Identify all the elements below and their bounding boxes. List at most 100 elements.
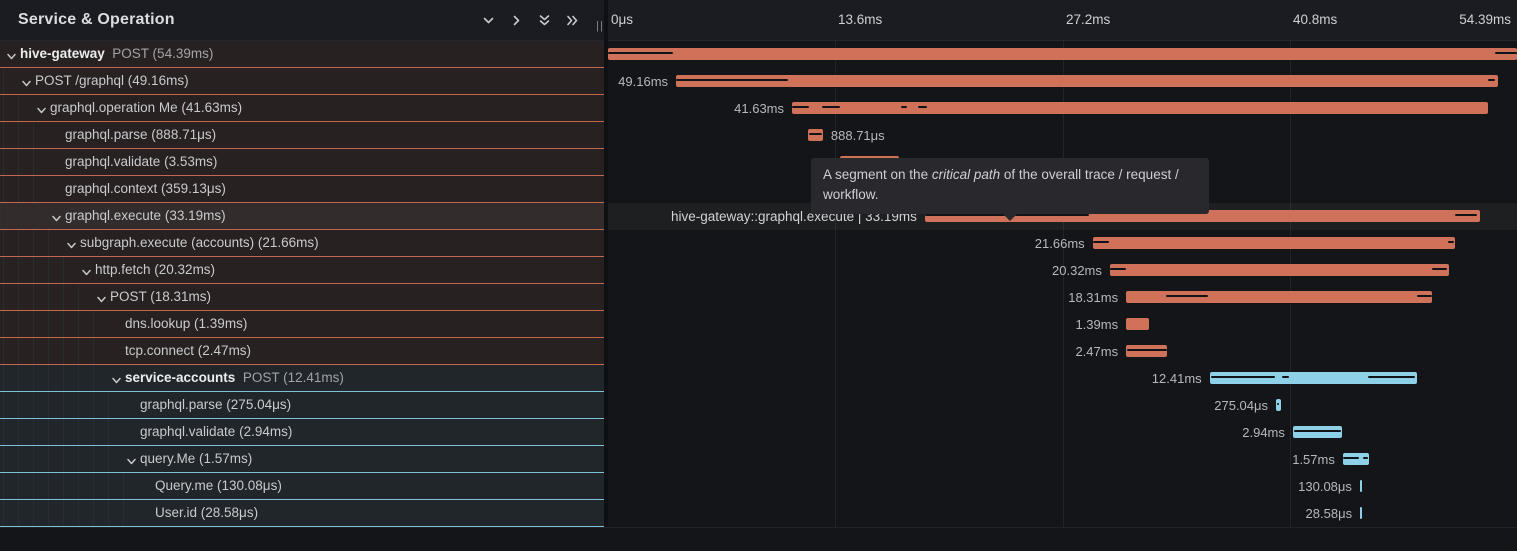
span-row-label-cell[interactable]: hive-gateway POST (54.39ms) [0,41,604,68]
span-row-label-cell[interactable]: graphql.execute (33.19ms) [0,203,604,230]
tree-indent-guide [3,338,4,365]
span-bar[interactable] [1360,507,1362,519]
span-row-label-cell[interactable]: subgraph.execute (accounts) (21.66ms) [0,230,604,257]
span-row[interactable]: dns.lookup (1.39ms)1.39ms [0,311,1517,338]
span-bar[interactable] [792,102,1488,114]
span-row-label-cell[interactable]: http.fetch (20.32ms) [0,257,604,284]
tree-indent-guide [3,284,4,311]
span-row-label-cell[interactable]: graphql.validate (2.94ms) [0,419,604,446]
chevron-down-icon[interactable] [51,211,62,222]
span-name-label: graphql.context (359.13μs) [65,176,226,202]
span-row-label-cell[interactable]: POST (18.31ms) [0,284,604,311]
span-row-label-cell[interactable]: query.Me (1.57ms) [0,446,604,473]
span-row-label-cell[interactable]: graphql.parse (275.04μs) [0,392,604,419]
span-row[interactable]: graphql.context (359.13μs)359.13μs [0,176,1517,203]
span-row[interactable]: http.fetch (20.32ms)20.32ms [0,257,1517,284]
span-row-label-cell[interactable]: graphql.parse (888.71μs) [0,122,604,149]
span-row[interactable]: graphql.parse (888.71μs)888.71μs [0,122,1517,149]
chevron-down-icon[interactable] [36,103,47,114]
span-bar[interactable] [808,129,823,141]
tree-indent-guide [3,419,4,446]
tree-indent-guide [48,284,49,311]
tree-indent-guide [108,419,109,446]
span-row-label-cell[interactable]: graphql.context (359.13μs) [0,176,604,203]
tree-indent-guide [3,473,4,500]
span-row[interactable]: POST (18.31ms) 18.31ms [0,284,1517,311]
timeline-tick-label: 0μs [611,0,633,40]
span-row[interactable]: Query.me (130.08μs)130.08μs [0,473,1517,500]
tree-indent-guide [63,338,64,365]
tree-indent-guide [78,446,79,473]
span-bar[interactable] [1210,372,1417,384]
chevron-down-icon[interactable] [21,76,32,87]
span-row[interactable]: graphql.operation Me (41.63ms)41.63ms [0,95,1517,122]
tree-indent-guide [48,446,49,473]
span-bar[interactable] [1093,237,1455,249]
chevron-down-icon[interactable] [81,265,92,276]
span-name-label: POST (18.31ms) [110,284,211,310]
span-name-label: graphql.validate (2.94ms) [140,419,292,445]
span-row[interactable]: subgraph.execute (accounts) (21.66ms)21.… [0,230,1517,257]
span-bar[interactable] [1110,264,1450,276]
panel-divider[interactable] [604,0,608,527]
chevron-down-icon[interactable] [6,49,17,60]
span-row[interactable]: tcp.connect (2.47ms)2.47ms [0,338,1517,365]
span-row[interactable]: graphql.validate (3.53ms)3.53ms [0,149,1517,176]
chevron-down-icon[interactable] [111,373,122,384]
timeline-tick-label: 27.2ms [1066,0,1110,40]
chevron-right-icon[interactable] [506,10,526,30]
chevron-down-icon[interactable] [96,292,107,303]
span-bar[interactable] [1126,291,1432,303]
span-row[interactable]: graphql.validate (2.94ms) 2.94ms [0,419,1517,446]
span-bar[interactable] [608,48,1517,60]
tree-indent-guide [78,419,79,446]
span-name-label: User.id (28.58μs) [155,500,258,526]
span-timeline-cell: 18.31ms [608,284,1517,311]
double-chevron-down-icon[interactable] [534,10,554,30]
span-row-label-cell[interactable]: Query.me (130.08μs) [0,473,604,500]
span-timeline-cell: 21.66ms [608,230,1517,257]
span-row[interactable]: query.Me (1.57ms)1.57ms [0,446,1517,473]
tree-indent-guide [18,311,19,338]
tree-indent-guide [93,311,94,338]
span-bar[interactable] [1293,426,1342,438]
chevron-down-icon[interactable] [126,454,137,465]
double-chevron-right-icon[interactable] [562,10,582,30]
span-row-label-cell[interactable]: graphql.operation Me (41.63ms) [0,95,604,122]
tree-indent-guide [33,122,34,149]
chevron-down-icon[interactable] [478,10,498,30]
span-name-label: tcp.connect (2.47ms) [125,338,251,364]
tree-indent-guide [18,122,19,149]
tree-controls [478,0,582,40]
span-row[interactable]: User.id (28.58μs)28.58μs [0,500,1517,527]
tree-indent-guide [33,365,34,392]
chevron-down-icon[interactable] [66,238,77,249]
tree-indent-guide [33,284,34,311]
tree-indent-guide [33,149,34,176]
span-name-label: graphql.parse (275.04μs) [140,392,291,418]
span-row[interactable]: graphql.parse (275.04μs)275.04μs [0,392,1517,419]
span-timeline-cell: 2.94ms [608,419,1517,446]
span-row-label-cell[interactable]: service-accounts POST (12.41ms) [0,365,604,392]
span-bar[interactable] [1126,318,1149,330]
span-bar[interactable] [1126,345,1167,357]
span-bar[interactable] [1360,480,1362,492]
span-timeline-cell [608,41,1517,68]
span-name-label: graphql.parse (888.71μs) [65,122,216,148]
span-row-label-cell[interactable]: User.id (28.58μs) [0,500,604,527]
span-row-label-cell[interactable]: graphql.validate (3.53ms) [0,149,604,176]
span-row[interactable]: graphql.execute (33.19ms)hive-gateway::g… [0,203,1517,230]
span-row-label-cell[interactable]: POST /graphql (49.16ms) [0,68,604,95]
tree-indent-guide [93,365,94,392]
tree-indent-guide [63,473,64,500]
tree-indent-guide [48,419,49,446]
span-row-label-cell[interactable]: dns.lookup (1.39ms) [0,311,604,338]
span-row[interactable]: service-accounts POST (12.41ms)12.41ms [0,365,1517,392]
service-name: service-accounts [125,370,235,385]
span-row[interactable]: hive-gateway POST (54.39ms) [0,41,1517,68]
span-bar[interactable] [1343,453,1369,465]
span-row[interactable]: POST /graphql (49.16ms)49.16ms [0,68,1517,95]
span-bar[interactable] [676,75,1498,87]
span-bar[interactable] [1276,399,1281,411]
span-row-label-cell[interactable]: tcp.connect (2.47ms) [0,338,604,365]
